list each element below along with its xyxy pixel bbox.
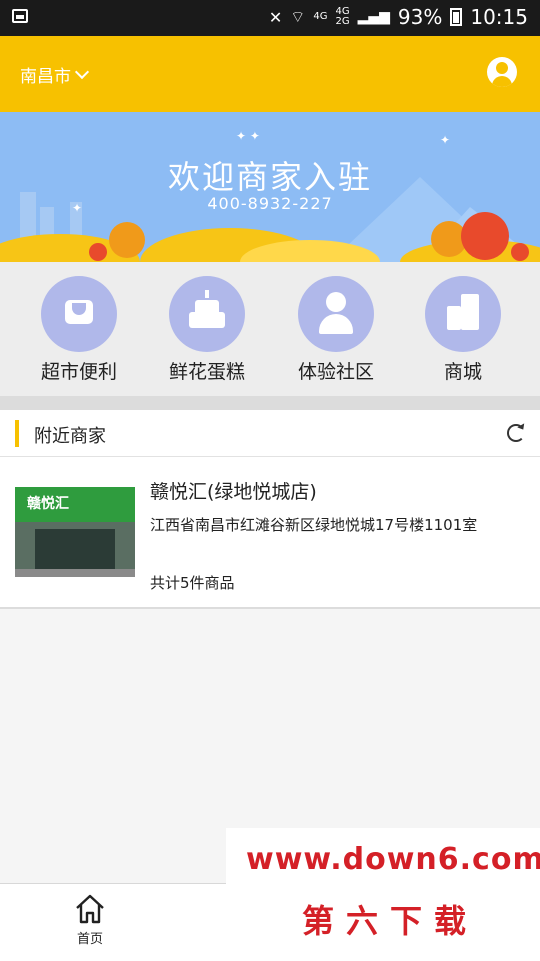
- battery-percent: 93%: [397, 5, 443, 29]
- shop-bag-icon: [41, 276, 117, 352]
- user-avatar[interactable]: [487, 57, 517, 87]
- banner-phone: 400-8932-227: [207, 194, 333, 213]
- network-label: 4G: [313, 11, 328, 22]
- section-accent-bar: [15, 420, 19, 447]
- store-sign-text: 赣悦汇: [27, 496, 69, 512]
- city-selector[interactable]: 南昌市: [20, 62, 90, 87]
- watermark: www.down6.com 第六下载: [226, 828, 540, 960]
- person-icon: [298, 276, 374, 352]
- store-list-item[interactable]: 赣悦汇 赣悦汇(绿地悦城店) 江西省南昌市红滩谷新区绿地悦城17号楼1101室 …: [0, 457, 540, 609]
- svg-text:✦ ✦: ✦ ✦: [236, 129, 260, 143]
- chevron-down-icon: [74, 64, 90, 80]
- svg-text:✦: ✦: [440, 133, 450, 147]
- category-label: 商城: [443, 361, 482, 383]
- category-community[interactable]: 体验社区: [281, 276, 391, 384]
- watermark-name: 第六下载: [302, 902, 479, 940]
- promo-banner[interactable]: ✦ ✦ ✦ ✦ 欢迎商家入驻 400-8932-227: [0, 112, 540, 262]
- home-icon: [73, 892, 107, 926]
- clock: 10:15: [470, 5, 528, 29]
- watermark-url: www.down6.com: [246, 842, 540, 877]
- nearby-header: 附近商家: [0, 410, 540, 457]
- refresh-icon[interactable]: [507, 424, 525, 442]
- section-title: 附近商家: [34, 426, 106, 447]
- buildings-icon: [425, 276, 501, 352]
- battery-icon: [450, 8, 463, 26]
- store-product-count: 共计5件商品: [150, 574, 235, 592]
- store-photo: 赣悦汇: [15, 487, 135, 577]
- tab-home[interactable]: 首页: [60, 892, 120, 947]
- category-label: 超市便利: [40, 361, 117, 383]
- category-supermarket[interactable]: 超市便利: [24, 276, 134, 384]
- category-grid: 超市便利 鲜花蛋糕 体验社区 商城: [0, 262, 540, 396]
- store-address: 江西省南昌市红滩谷新区绿地悦城17号楼1101室: [150, 516, 478, 534]
- network-label-2: 4G 2G: [335, 6, 350, 27]
- signal-icon: ▂▄▆: [357, 9, 390, 25]
- mute-icon: ✕: [268, 7, 283, 27]
- category-label: 体验社区: [297, 361, 374, 383]
- section-divider: [0, 396, 540, 410]
- category-mall[interactable]: 商城: [408, 276, 518, 384]
- cake-icon: [169, 276, 245, 352]
- banner-title: 欢迎商家入驻: [167, 158, 372, 196]
- wifi-icon: ⌔: [290, 7, 306, 26]
- top-bar: 南昌市: [0, 36, 540, 112]
- city-label: 南昌市: [20, 67, 71, 87]
- store-name: 赣悦汇(绿地悦城店): [150, 481, 317, 503]
- category-label: 鲜花蛋糕: [168, 361, 245, 383]
- gallery-icon: [12, 9, 28, 23]
- category-flowers-cake[interactable]: 鲜花蛋糕: [152, 276, 262, 384]
- status-bar: ✕ ⌔ 4G 4G 2G ▂▄▆ 93% 10:15: [0, 0, 540, 36]
- tab-home-label: 首页: [76, 932, 103, 947]
